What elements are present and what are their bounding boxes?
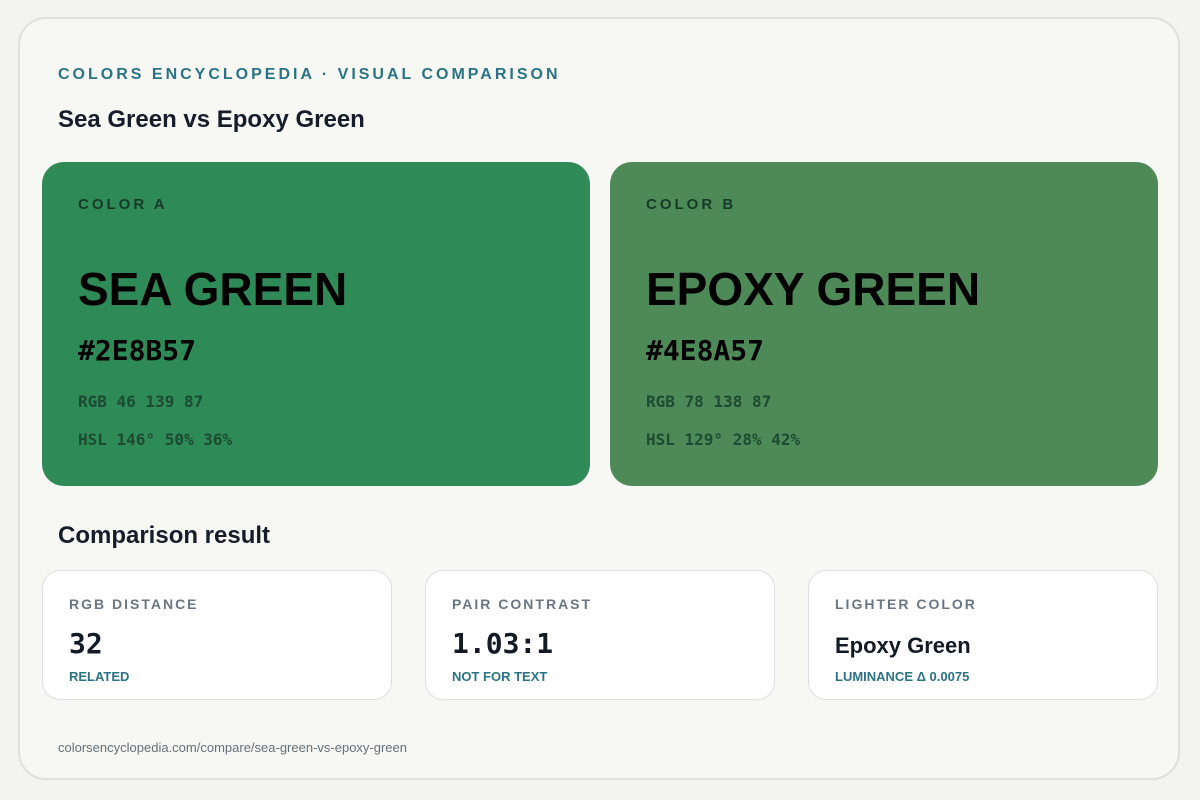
color-b-name: EPOXY GREEN (646, 263, 981, 315)
metric-note: LUMINANCE Δ 0.0075 (835, 669, 970, 684)
color-b-hex: #4E8A57 (646, 334, 765, 367)
lighter-color-card: LIGHTER COLOR Epoxy Green LUMINANCE Δ 0.… (808, 570, 1158, 700)
rgb-distance-card: RGB DISTANCE 32 RELATED (42, 570, 392, 700)
metric-label: PAIR CONTRAST (452, 596, 593, 612)
color-a-rgb: RGB 46 139 87 (78, 392, 204, 411)
color-b-swatch: COLOR B EPOXY GREEN #4E8A57 RGB 78 138 8… (610, 162, 1158, 486)
metric-label: LIGHTER COLOR (835, 596, 977, 612)
color-b-tag: COLOR B (646, 196, 737, 213)
metric-value: 32 (69, 627, 103, 660)
color-a-swatch: COLOR A SEA GREEN #2E8B57 RGB 46 139 87 … (42, 162, 590, 486)
color-a-hex: #2E8B57 (78, 334, 197, 367)
color-a-tag: COLOR A (78, 196, 168, 213)
metric-note: RELATED (69, 669, 130, 684)
metric-value: Epoxy Green (835, 633, 971, 658)
pair-contrast-card: PAIR CONTRAST 1.03:1 NOT FOR TEXT (425, 570, 775, 700)
page-title: Sea Green vs Epoxy Green (58, 106, 365, 133)
source-url: colorsencyclopedia.com/compare/sea-green… (58, 740, 408, 755)
color-a-hsl: HSL 146° 50% 36% (78, 430, 233, 449)
color-b-hsl: HSL 129° 28% 42% (646, 430, 801, 449)
comparison-title: Comparison result (58, 522, 271, 549)
metric-value: 1.03:1 (452, 627, 554, 660)
color-b-rgb: RGB 78 138 87 (646, 392, 772, 411)
site-eyebrow: COLORS ENCYCLOPEDIA · VISUAL COMPARISON (58, 66, 561, 83)
color-a-name: SEA GREEN (78, 263, 348, 315)
metric-note: NOT FOR TEXT (452, 669, 548, 684)
metric-label: RGB DISTANCE (69, 596, 199, 612)
